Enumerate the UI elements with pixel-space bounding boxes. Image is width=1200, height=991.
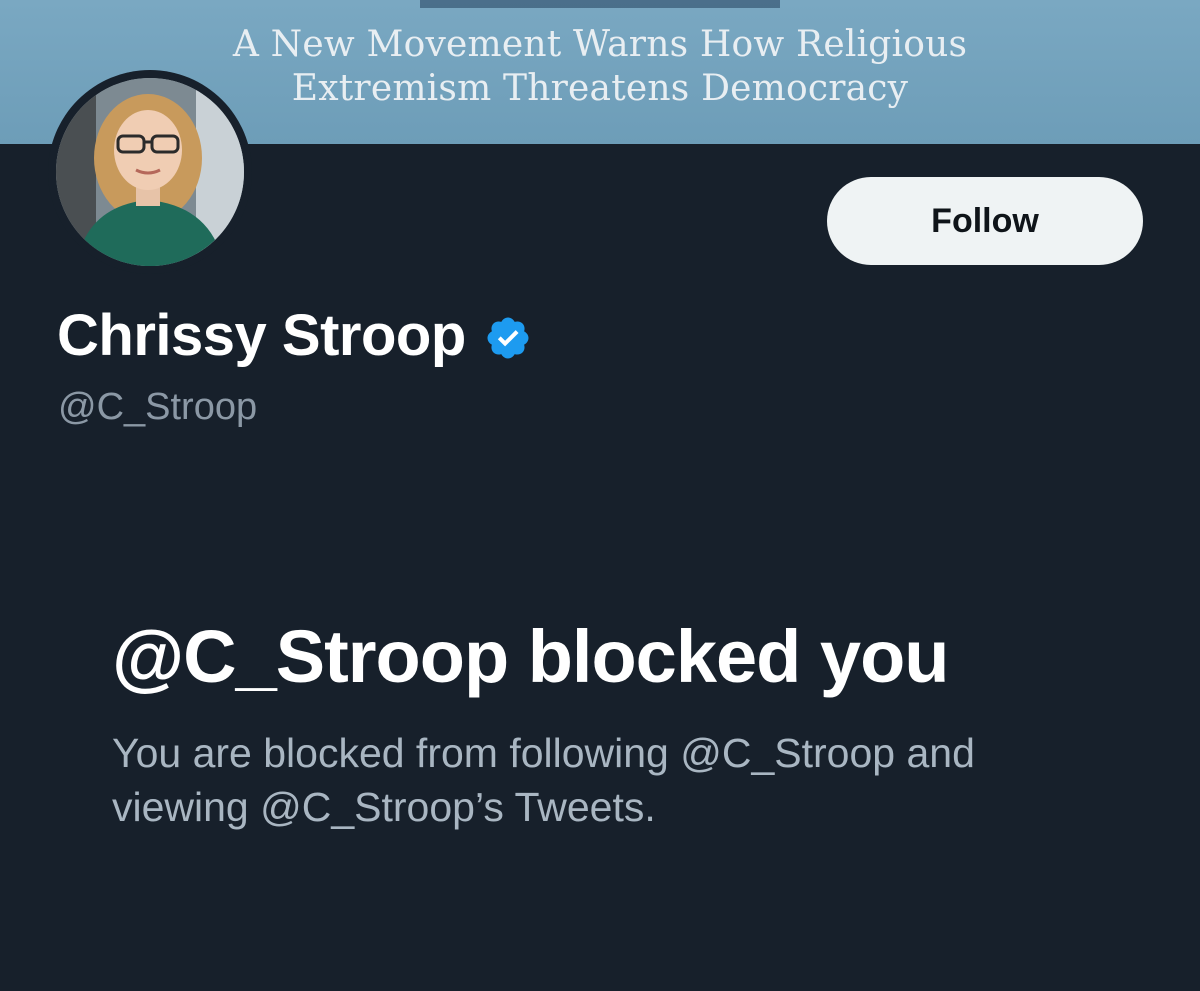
profile-handle: @C_Stroop — [58, 386, 258, 428]
blocked-description: You are blocked from following @C_Stroop… — [112, 730, 975, 830]
avatar-image — [56, 78, 244, 266]
banner-title-fragment — [420, 0, 780, 8]
avatar[interactable] — [48, 70, 252, 274]
display-name: Chrissy Stroop — [57, 303, 466, 368]
blocked-title: @C_Stroop blocked you — [112, 615, 949, 698]
avatar-photo — [56, 78, 244, 266]
profile-page: A New Movement Warns How Religious Extre… — [0, 0, 1200, 991]
display-name-row: Chrissy Stroop — [57, 302, 532, 369]
follow-button[interactable]: Follow — [827, 177, 1143, 265]
banner-subtitle-line-1: A New Movement Warns How Religious — [232, 24, 968, 65]
verified-badge-icon[interactable] — [484, 314, 532, 362]
